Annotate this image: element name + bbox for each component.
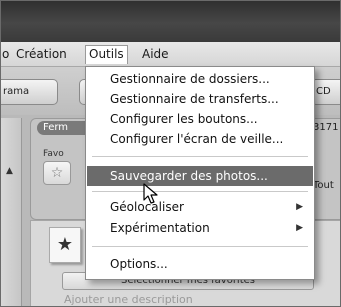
menu-item-transfer-manager[interactable]: Gestionnaire de transferts... [87,89,313,109]
right-text: Tout [313,180,334,191]
favorites-label: Favo [43,149,64,159]
menu-bar: o Création Outils Aide [0,42,341,67]
menu-item-configure-buttons[interactable]: Configurer les boutons... [87,109,313,129]
menu-item-folder-manager[interactable]: Gestionnaire de dossiers... [87,69,313,89]
menu-item-label: Expérimentation [110,221,210,235]
menu-item-label: Configurer les boutons... [110,112,258,126]
star-icon: ★ [56,234,74,255]
scroll-up-arrow-icon[interactable]: ▲ [6,166,13,176]
menu-item-partial[interactable]: o [2,46,9,62]
menu-item-label: Gestionnaire de transferts... [110,92,279,106]
menu-item-label: Sauvegarder des photos... [110,169,268,183]
menu-aide[interactable]: Aide [142,46,169,62]
right-count: 3171 [313,122,339,133]
toolbar-right-button[interactable]: CD [311,79,341,105]
mouse-pointer-icon [143,183,158,204]
title-bar [0,0,341,42]
menu-item-backup-photos[interactable]: Sauvegarder des photos... [87,166,313,186]
menu-outils[interactable]: Outils [85,45,128,64]
favorites-album-icon: ★ [49,227,81,263]
menu-separator [92,246,308,247]
menu-item-experimentation[interactable]: Expérimentation ▶ [87,218,313,238]
outils-dropdown-menu: Gestionnaire de dossiers... Gestionnaire… [85,66,315,280]
menu-item-configure-screensaver[interactable]: Configurer l'écran de veille... [87,129,313,149]
description-placeholder[interactable]: Ajouter une description [64,293,193,306]
menu-item-label: Options... [110,257,168,271]
menu-separator [92,156,308,157]
menu-item-options[interactable]: Options... [87,254,313,274]
app-window: o Création Outils Aide rama CD ▲ Favo ☆ … [0,0,341,307]
star-outline-icon: ☆ [50,165,64,181]
submenu-arrow-icon: ▶ [296,223,303,233]
menu-separator [92,191,308,192]
toolbar-left-button[interactable]: rama [0,79,58,105]
favorite-star-button[interactable]: ☆ [43,161,71,185]
submenu-arrow-icon: ▶ [296,202,303,212]
menu-creation[interactable]: Création [16,46,67,62]
left-scroll-strip[interactable]: ▲ [1,118,22,307]
menu-item-label: Configurer l'écran de veille... [110,132,284,146]
menu-item-geolocate[interactable]: Géolocaliser ▶ [87,197,313,217]
menu-item-label: Gestionnaire de dossiers... [110,72,270,86]
